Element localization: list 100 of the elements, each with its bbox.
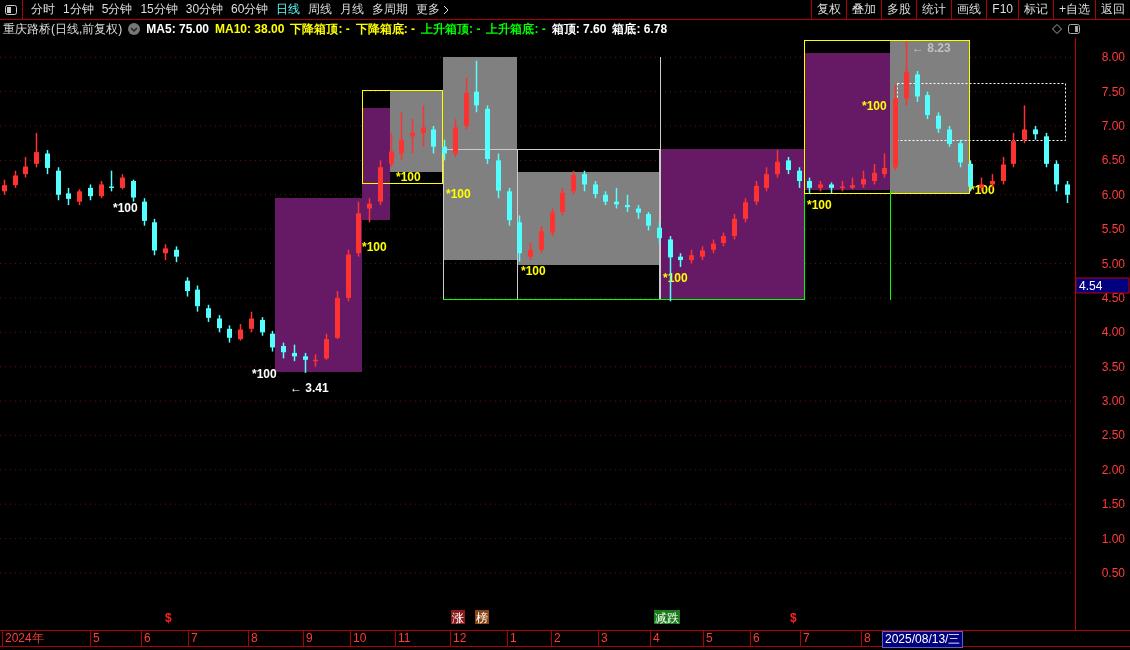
candlestick [249,310,254,334]
indicator-value: 下降箱顶: - [290,20,350,38]
candlestick [142,197,147,227]
chart-annotation: *100 [446,187,471,201]
time-tick: 7 [188,631,198,646]
candlestick [947,125,952,148]
chart-annotation: *100 [807,198,832,212]
indicator-value: MA10: 38.00 [215,22,285,36]
candlestick [582,169,587,193]
time-tick: 4 [650,631,660,646]
time-tick: 6 [141,631,151,646]
toolbar-button[interactable]: F10 [986,0,1018,19]
more-menu[interactable]: 更多 [412,1,454,18]
candlestick [131,178,136,203]
event-tag[interactable]: 榜 [475,610,489,625]
period-tab[interactable]: 5分钟 [97,1,137,18]
candlestick [775,149,780,179]
candlestick [1001,156,1006,186]
period-tab[interactable]: 日线 [272,1,305,18]
period-tab[interactable]: 多周期 [368,1,413,18]
candlestick [797,166,802,189]
toolbar-button[interactable]: 叠加 [846,0,882,19]
period-tab[interactable]: 15分钟 [136,1,182,18]
candlestick [474,59,479,114]
indicator-value: 箱底: 6.78 [612,20,668,38]
price-tick: 7.50 [1101,84,1125,99]
indicator-value: 上升箱底: - [486,20,546,38]
time-tick: 12 [450,631,467,646]
toolbar-button[interactable]: +自选 [1053,0,1095,19]
time-tick: 2024年 [2,631,44,646]
indicator-value: 上升箱顶: - [421,20,481,38]
indicator-value: 下降箱底: - [355,20,416,38]
period-tab[interactable]: 月线 [336,1,369,18]
toolbar-button[interactable]: 画线 [951,0,987,19]
candlestick [195,284,200,313]
candlestick [303,352,308,374]
candlestick [260,316,265,337]
candlestick [45,149,50,175]
candlestick [324,332,329,361]
dividend-marker[interactable]: $ [790,611,797,625]
candlestick [958,139,963,169]
panel-toggle-icon[interactable] [1068,24,1080,34]
period-tab[interactable]: 1分钟 [59,1,98,18]
time-tick: 6 [750,631,760,646]
chart-annotation: *100 [862,99,887,113]
price-tick: 7.00 [1101,119,1125,133]
time-tick: 10 [350,631,367,646]
chart-annotation: *100 [362,240,387,254]
period-tab[interactable]: 周线 [304,1,337,18]
event-tag[interactable]: 涨 [451,610,465,625]
candlestick [1011,132,1016,169]
toolbar-button[interactable]: 复权 [811,0,847,19]
toolbar-button[interactable]: 统计 [916,0,952,19]
toolbar-button[interactable]: 标记 [1018,0,1053,19]
period-tab[interactable]: 分时 [27,1,59,18]
candlestick [399,111,404,162]
candlestick [560,187,565,217]
candlestick [754,180,759,206]
stock-title: 重庆路桥(日线,前复权) [3,20,123,38]
candlestick [539,224,544,254]
price-tick: 6.00 [1101,187,1125,202]
price-tick: 2.00 [1101,462,1125,477]
event-tag[interactable]: 减跌 [654,610,680,625]
chart-annotation: ← 3.41 [290,381,329,395]
candlestick [915,70,920,103]
period-tab[interactable]: 30分钟 [181,1,228,18]
time-tick: 11 [395,631,411,646]
time-tick: 8 [248,631,258,646]
candlestick [23,156,28,179]
chart-annotation: *100 [113,201,138,215]
candlestick [571,169,576,196]
diamond-icon[interactable] [1052,24,1062,34]
chart-annotation: ← 8.23 [912,41,951,55]
candlestick [936,111,941,134]
time-tick: 1 [507,631,517,646]
candlestick [764,166,769,193]
cursor-date: 2025/08/13/三 [882,631,964,648]
time-tick: 9 [303,631,313,646]
period-tab[interactable]: 60分钟 [227,1,273,18]
toolbar-button[interactable]: 多股 [881,0,917,19]
toolbar-button[interactable]: 返回 [1095,0,1130,19]
candlestick [389,132,394,169]
candlestick [968,159,973,193]
chevron-icon [443,4,450,15]
chart-annotation: *100 [252,367,277,381]
candlestick [367,197,372,224]
candlestick [1065,180,1070,204]
dividend-marker[interactable]: $ [165,611,172,625]
price-tick: 6.50 [1101,153,1125,168]
indicator-value: 箱顶: 7.60 [551,20,607,38]
candlestick [732,213,737,241]
candlestick [442,139,447,162]
candlestick [185,276,190,298]
time-tick: 5 [703,631,713,646]
candlestick [550,207,555,237]
candlestick [646,211,651,232]
candlestick [657,221,662,244]
candlestick [1054,159,1059,193]
chart-annotation: *100 [521,264,546,278]
dropdown-icon[interactable] [128,23,141,35]
